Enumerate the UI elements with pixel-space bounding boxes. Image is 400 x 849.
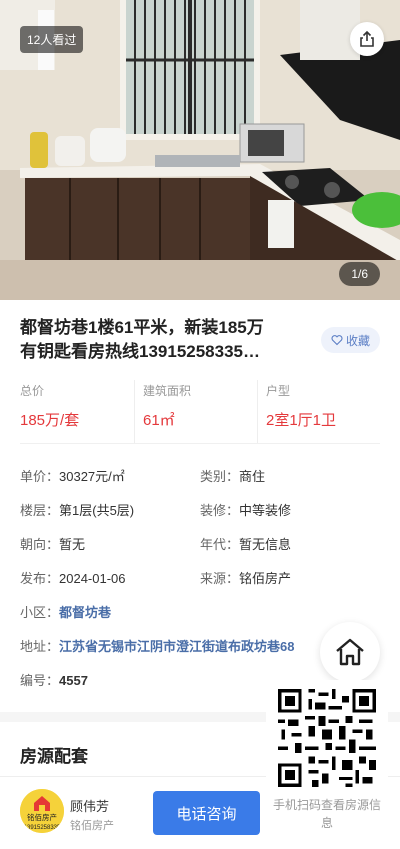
stat-value: 61㎡ bbox=[143, 412, 175, 429]
stat-label: 户型 bbox=[266, 384, 291, 398]
detail-value: 暂无信息 bbox=[239, 537, 292, 552]
stat-area: 建筑面积 61㎡ bbox=[134, 380, 257, 444]
detail-label: 年代： bbox=[200, 537, 240, 552]
avatar-text: 铭佰房产 bbox=[27, 812, 57, 822]
detail-source: 来源：铭佰房产 bbox=[200, 568, 291, 587]
views-badge: 12人看过 bbox=[20, 26, 84, 53]
key-stats: 总价 185万/套 建筑面积 61㎡ 户型 2室1厅1卫 bbox=[20, 380, 380, 444]
detail-label: 类别： bbox=[200, 469, 240, 484]
detail-label: 编号： bbox=[20, 673, 60, 688]
home-button[interactable] bbox=[320, 622, 380, 682]
detail-value: 中等装修 bbox=[239, 503, 292, 518]
stat-label: 建筑面积 bbox=[143, 384, 192, 398]
stat-value: 2室1厅1卫 bbox=[266, 412, 337, 429]
detail-community: 小区：都督坊巷 bbox=[20, 602, 111, 621]
detail-value: 30327元/㎡ bbox=[59, 469, 125, 484]
detail-year: 年代：暂无信息 bbox=[200, 534, 291, 553]
detail-unit-price: 单价：30327元/㎡ bbox=[20, 466, 125, 485]
agency-logo: 铭佰房产 13915258335 bbox=[20, 789, 64, 833]
community-link[interactable]: 都督坊巷 bbox=[59, 605, 111, 620]
call-button[interactable]: 电话咨询 bbox=[153, 791, 260, 835]
detail-value: 商住 bbox=[239, 469, 266, 484]
detail-label: 朝向： bbox=[20, 537, 60, 552]
detail-label: 地址： bbox=[20, 639, 60, 654]
agent-name: 顾伟芳 bbox=[70, 799, 110, 814]
favorite-label: 收藏 bbox=[345, 333, 370, 348]
listing-title-line-1: 都督坊巷1楼61平米，新装185万 bbox=[20, 318, 264, 337]
detail-address: 地址：江苏省无锡市江阴市澄江街道布政坊巷68 bbox=[20, 636, 294, 655]
detail-label: 楼层： bbox=[20, 503, 60, 518]
listing-title-line-2: 有钥匙看房热线13915258335… bbox=[20, 342, 261, 361]
stat-value: 185万/套 bbox=[20, 412, 80, 429]
photo-counter: 1/6 bbox=[339, 262, 380, 286]
stat-layout: 户型 2室1厅1卫 bbox=[257, 380, 380, 444]
detail-decoration: 装修：中等装修 bbox=[200, 500, 291, 519]
detail-label: 来源： bbox=[200, 571, 240, 586]
agent-avatar[interactable]: 铭佰房产 13915258335 bbox=[20, 789, 64, 833]
favorite-button[interactable]: 收藏 bbox=[320, 327, 380, 353]
stat-total-price: 总价 185万/套 bbox=[20, 380, 134, 444]
detail-value: 暂无 bbox=[59, 537, 86, 552]
detail-label: 发布： bbox=[20, 571, 60, 586]
qr-code bbox=[278, 689, 376, 787]
detail-label: 装修： bbox=[200, 503, 240, 518]
share-icon bbox=[360, 30, 374, 47]
detail-type: 类别：商住 bbox=[200, 466, 265, 485]
share-button[interactable] bbox=[350, 22, 384, 56]
heart-icon bbox=[331, 335, 343, 346]
property-photo[interactable]: 12人看过 1/6 bbox=[0, 0, 400, 300]
detail-publish-date: 发布：2024-01-06 bbox=[20, 568, 126, 587]
qr-panel: 手机扫码查看房源信息 bbox=[266, 680, 388, 849]
listing-title: 都督坊巷1楼61平米，新装185万 有钥匙看房热线13915258335… bbox=[20, 316, 310, 364]
detail-orientation: 朝向：暂无 bbox=[20, 534, 85, 553]
stat-label: 总价 bbox=[20, 384, 45, 398]
home-icon bbox=[336, 638, 364, 666]
detail-label: 小区： bbox=[20, 605, 60, 620]
avatar-phone: 13915258335 bbox=[24, 825, 61, 831]
detail-id: 编号：4557 bbox=[20, 670, 88, 689]
qr-caption: 手机扫码查看房源信息 bbox=[272, 798, 381, 830]
agent-company: 铭佰房产 bbox=[70, 820, 114, 832]
detail-value: 2024-01-06 bbox=[59, 571, 126, 586]
detail-value: 4557 bbox=[59, 673, 88, 688]
section-title: 房源配套 bbox=[20, 747, 88, 766]
address-link[interactable]: 江苏省无锡市江阴市澄江街道布政坊巷68 bbox=[59, 639, 294, 654]
divider bbox=[20, 443, 380, 444]
detail-value: 第1层(共5层) bbox=[59, 503, 135, 518]
detail-value: 铭佰房产 bbox=[239, 571, 292, 586]
detail-label: 单价： bbox=[20, 469, 60, 484]
detail-floor: 楼层：第1层(共5层) bbox=[20, 500, 134, 519]
